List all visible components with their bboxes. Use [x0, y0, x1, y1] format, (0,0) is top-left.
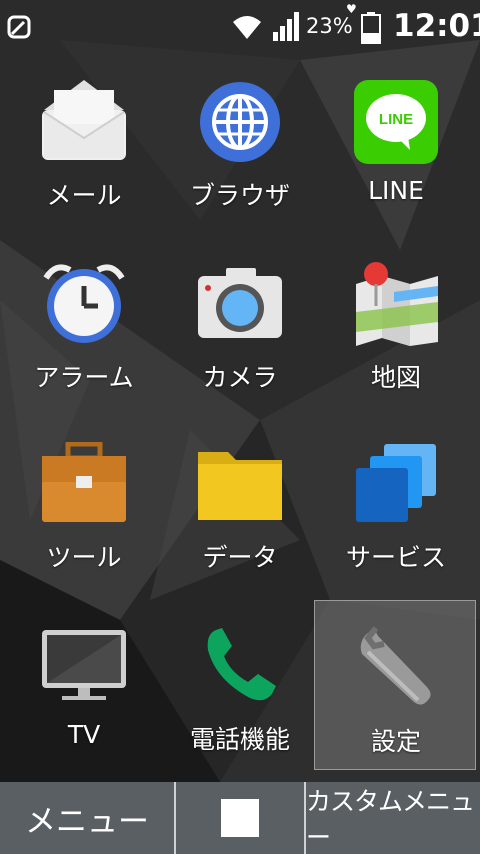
app-label: 電話機能: [189, 725, 290, 754]
alarm-clock-icon: [43, 264, 125, 343]
app-label: ブラウザ: [189, 181, 290, 210]
app-label: LINE: [368, 176, 424, 205]
mail-icon: [42, 80, 126, 160]
heart-icon: ♥: [346, 2, 357, 16]
services-icon: [356, 444, 436, 522]
app-tools[interactable]: ツール: [14, 442, 154, 602]
app-map[interactable]: 地図: [326, 262, 466, 422]
app-mail[interactable]: メール: [14, 80, 154, 240]
app-label: TV: [67, 720, 101, 749]
center-select-button[interactable]: [176, 782, 304, 854]
app-label: カメラ: [202, 363, 278, 392]
toolbox-icon: [42, 442, 126, 522]
clock-time: 12:01: [393, 8, 480, 44]
app-browser[interactable]: ブラウザ: [170, 80, 310, 240]
app-label: メール: [46, 181, 122, 210]
app-label: 地図: [370, 363, 421, 392]
app-label: ツール: [46, 543, 122, 572]
tv-icon: [42, 630, 126, 700]
app-label: データ: [202, 543, 278, 572]
custom-menu-label: カスタムメニュー: [306, 787, 475, 852]
wifi-icon: [233, 16, 261, 39]
phone-icon: [207, 628, 276, 701]
battery-icon: [361, 12, 381, 44]
app-line[interactable]: LINE LINE: [326, 80, 466, 240]
signal-icon: [273, 12, 299, 41]
app-label: アラーム: [34, 363, 134, 392]
app-data[interactable]: データ: [170, 442, 310, 602]
battery-percent: 23%: [306, 14, 353, 38]
square-icon: [221, 799, 259, 837]
app-camera[interactable]: カメラ: [170, 262, 310, 422]
app-alarm[interactable]: アラーム: [14, 262, 154, 422]
menu-button[interactable]: メニュー: [0, 782, 174, 854]
map-icon: [356, 262, 438, 346]
line-badge-text: LINE: [379, 111, 413, 128]
line-icon: LINE: [354, 80, 438, 164]
notification-app-icon: [7, 15, 31, 39]
status-bar: 23% ♥ 12:01: [0, 0, 480, 56]
camera-icon: [198, 268, 282, 338]
menu-button-label: メニュー: [25, 803, 149, 840]
custom-menu-button[interactable]: カスタムメニュー: [306, 782, 480, 854]
wrench-settings-icon: [360, 626, 431, 705]
folder-icon: [198, 452, 282, 520]
app-label: 設定: [370, 727, 421, 756]
app-settings[interactable]: 設定: [326, 624, 466, 784]
app-label: サービス: [345, 543, 446, 572]
browser-globe-icon: [200, 82, 280, 162]
app-tv[interactable]: TV: [14, 624, 154, 784]
app-services[interactable]: サービス: [326, 442, 466, 602]
bottom-soft-key-bar: メニュー カスタムメニュー: [0, 782, 480, 854]
app-phone[interactable]: 電話機能: [170, 624, 310, 784]
